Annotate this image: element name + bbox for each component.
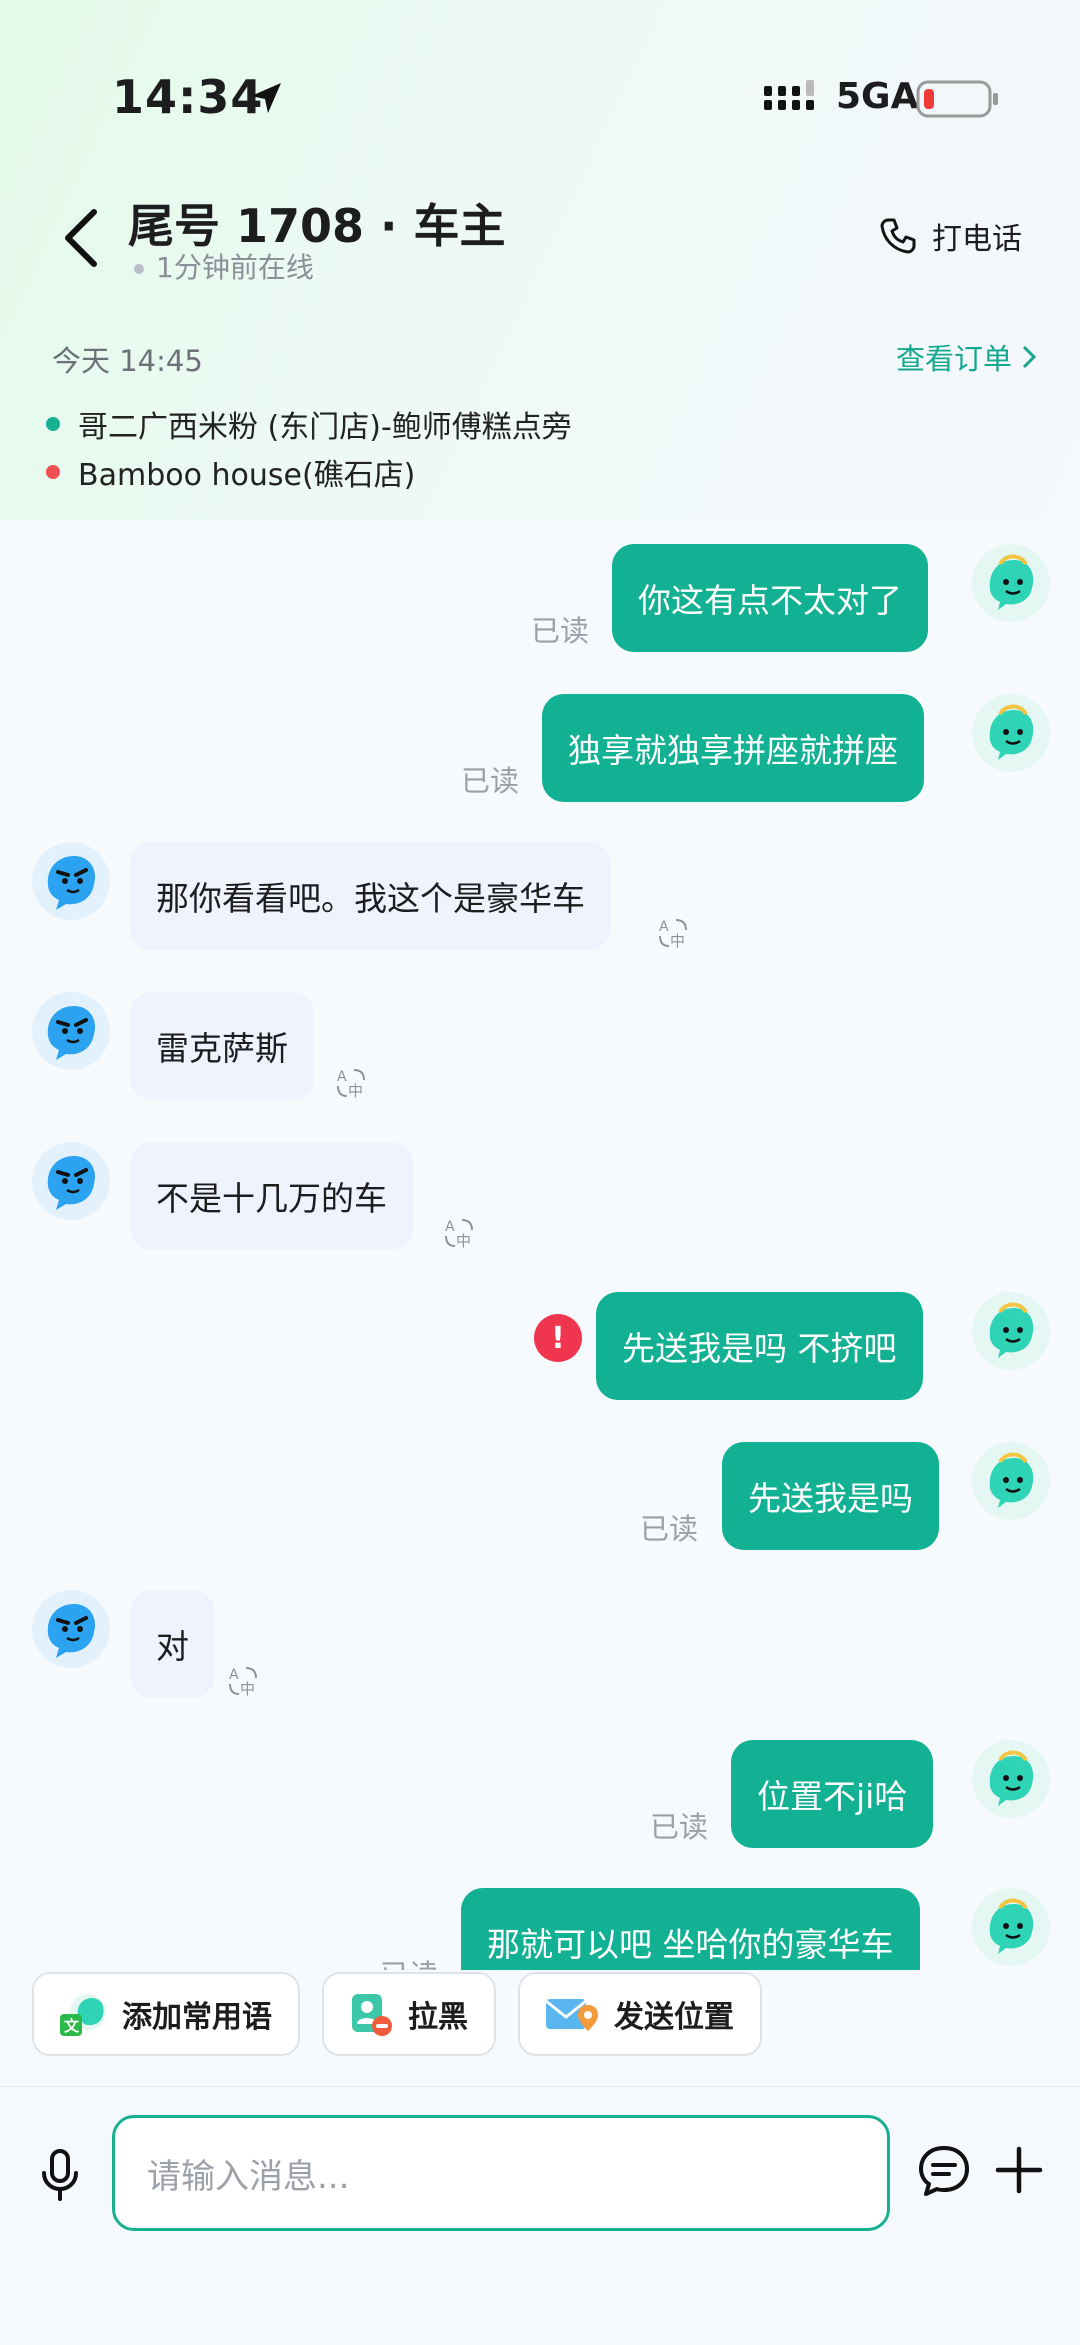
my-avatar[interactable] (972, 1292, 1050, 1370)
plus-icon[interactable] (994, 2145, 1044, 2195)
route-destination: Bamboo house(礁石店) (46, 450, 415, 494)
translate-icon[interactable]: A中 (442, 1216, 476, 1250)
incoming-message[interactable]: 雷克萨斯 (130, 992, 314, 1100)
svg-text:中: 中 (348, 1082, 363, 1100)
message-input-placeholder: 请输入消息... (147, 2156, 350, 2197)
my-avatar[interactable] (972, 1740, 1050, 1818)
quick-reply-icon[interactable] (916, 2143, 972, 2199)
teal-mascot-avatar-icon (972, 1292, 1050, 1370)
message-text: 雷克萨斯 (156, 1029, 288, 1068)
my-avatar[interactable] (972, 694, 1050, 772)
signal-icon (764, 80, 814, 110)
online-dot (134, 264, 144, 274)
incoming-message[interactable]: 那你看看吧。我这个是豪华车 (130, 842, 611, 950)
blue-mascot-avatar-icon (32, 1590, 110, 1668)
driver-avatar[interactable] (32, 992, 110, 1070)
send-failed-icon[interactable]: ! (534, 1314, 582, 1362)
svg-text:中: 中 (670, 932, 685, 950)
teal-mascot-avatar-icon (972, 544, 1050, 622)
call-label: 打电话 (932, 222, 1022, 257)
message-text: 先送我是吗 (748, 1479, 913, 1518)
message-list[interactable]: 已读 你这有点不太对了 已读 独享就独享拼座就拼座 那你看看吧。我这个是豪华车 … (0, 530, 1080, 1970)
translate-icon[interactable]: A中 (226, 1664, 260, 1698)
origin-text: 哥二广西米粉 (东门店)-鲍师傅糕点旁 (78, 410, 572, 445)
network-type: 5GA (836, 76, 919, 117)
chevron-right-icon (1022, 345, 1037, 369)
add-common-phrase-button[interactable]: 文 添加常用语 (32, 1972, 300, 2056)
send-location-button[interactable]: 发送位置 (518, 1972, 762, 2056)
message-text: 对 (156, 1627, 189, 1666)
svg-text:中: 中 (456, 1232, 471, 1250)
outgoing-message[interactable]: 位置不ji哈 (731, 1740, 934, 1848)
view-order-label: 查看订单 (896, 342, 1013, 376)
route-origin: 哥二广西米粉 (东门店)-鲍师傅糕点旁 (46, 402, 572, 446)
block-user-icon (352, 1994, 392, 2036)
driver-avatar[interactable] (32, 842, 110, 920)
outgoing-message[interactable]: 你这有点不太对了 (612, 544, 928, 652)
svg-text:A: A (445, 1219, 455, 1235)
message-input[interactable]: 请输入消息... (112, 2115, 890, 2231)
message-text: 不是十几万的车 (156, 1179, 387, 1218)
outgoing-message[interactable]: 那就可以吧 坐哈你的豪华车 (461, 1888, 920, 1970)
driver-avatar[interactable] (32, 1590, 110, 1668)
blue-mascot-avatar-icon (32, 1142, 110, 1220)
svg-text:中: 中 (240, 1680, 255, 1698)
read-receipt: 已读 (461, 764, 520, 798)
svg-text:文: 文 (64, 2017, 80, 2035)
input-bar: 请输入消息... (0, 2086, 1080, 2345)
view-order-link[interactable]: 查看订单 (896, 336, 1038, 378)
online-status: 1分钟前在线 (134, 246, 314, 286)
phone-icon (880, 218, 916, 254)
read-receipt: 已读 (380, 1952, 438, 1970)
block-user-button[interactable]: 拉黑 (322, 1972, 496, 2056)
read-receipt: 已读 (531, 614, 590, 648)
call-button[interactable]: 打电话 (878, 214, 1022, 258)
message-text: 位置不ji哈 (757, 1777, 908, 1816)
my-avatar[interactable] (972, 1888, 1050, 1966)
message-text: 那就可以吧 坐哈你的豪华车 (487, 1925, 894, 1964)
teal-mascot-avatar-icon (972, 1442, 1050, 1520)
send-location-icon (545, 1999, 598, 2031)
outgoing-message[interactable]: 先送我是吗 (722, 1442, 939, 1550)
driver-avatar[interactable] (32, 1142, 110, 1220)
message-text: 那你看看吧。我这个是豪华车 (156, 879, 585, 918)
svg-text:A: A (229, 1667, 239, 1683)
incoming-message[interactable]: 对 (130, 1590, 215, 1698)
message-text: 你这有点不太对了 (638, 581, 902, 620)
outgoing-message[interactable]: 先送我是吗 不挤吧 (596, 1292, 923, 1400)
teal-mascot-avatar-icon (972, 1740, 1050, 1818)
blue-mascot-avatar-icon (32, 842, 110, 920)
destination-text: Bamboo house(礁石店) (78, 458, 416, 493)
message-text: 先送我是吗 不挤吧 (622, 1329, 897, 1368)
destination-dot (46, 465, 60, 479)
svg-text:A: A (659, 919, 669, 935)
battery-icon (916, 80, 998, 118)
microphone-icon[interactable] (36, 2147, 84, 2203)
incoming-message[interactable]: 不是十几万的车 (130, 1142, 413, 1250)
teal-mascot-avatar-icon (972, 694, 1050, 772)
online-status-text: 1分钟前在线 (156, 251, 314, 284)
status-time: 14:34 (112, 70, 264, 124)
quick-actions: 文 添加常用语 拉黑 发送位置 (32, 1972, 762, 2056)
read-receipt: 已读 (640, 1512, 699, 1546)
send-location-label: 发送位置 (614, 2000, 734, 2035)
order-time: 今天 14:45 (52, 344, 203, 378)
add-common-phrase-label: 添加常用语 (122, 2000, 272, 2035)
translate-icon[interactable]: A中 (334, 1066, 368, 1100)
block-user-label: 拉黑 (408, 2000, 468, 2035)
my-avatar[interactable] (972, 1442, 1050, 1520)
origin-dot (46, 417, 60, 431)
status-bar: 14:34 5GA (0, 0, 1080, 200)
blue-mascot-avatar-icon (32, 992, 110, 1070)
outgoing-message[interactable]: 独享就独享拼座就拼座 (542, 694, 924, 802)
translate-icon[interactable]: A中 (656, 916, 690, 950)
common-phrase-icon: 文 (60, 1994, 106, 2036)
teal-mascot-avatar-icon (972, 1888, 1050, 1966)
location-arrow-icon (251, 83, 281, 113)
my-avatar[interactable] (972, 544, 1050, 622)
message-text: 独享就独享拼座就拼座 (568, 731, 898, 770)
svg-text:A: A (337, 1069, 347, 1085)
back-button[interactable] (56, 206, 106, 270)
read-receipt: 已读 (650, 1810, 709, 1844)
